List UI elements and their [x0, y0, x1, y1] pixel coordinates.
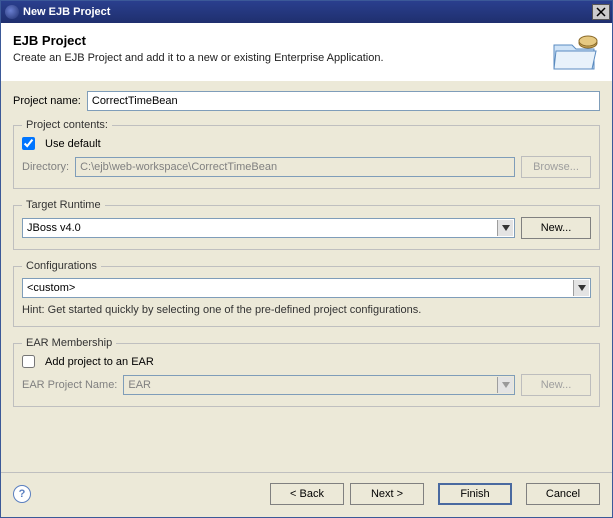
target-runtime-group: Target Runtime JBoss v4.0 New...	[13, 199, 600, 250]
ear-project-name-label: EAR Project Name:	[22, 379, 117, 391]
banner-subtitle: Create an EJB Project and add it to a ne…	[13, 52, 550, 64]
help-icon[interactable]: ?	[13, 485, 31, 503]
ear-legend: EAR Membership	[22, 337, 116, 349]
window-title: New EJB Project	[23, 6, 592, 18]
project-name-input[interactable]	[87, 91, 600, 111]
title-bar[interactable]: New EJB Project	[1, 1, 612, 23]
ear-project-name-value: EAR	[128, 379, 494, 391]
new-ear-button: New...	[521, 374, 591, 396]
wizard-icon	[550, 33, 600, 73]
project-contents-group: Project contents: Use default Directory:…	[13, 119, 600, 189]
configurations-combo[interactable]: <custom>	[22, 278, 591, 298]
directory-input	[75, 157, 515, 177]
add-to-ear-label[interactable]: Add project to an EAR	[45, 356, 154, 368]
configurations-value: <custom>	[27, 282, 570, 294]
use-default-label[interactable]: Use default	[45, 138, 101, 150]
close-icon	[596, 7, 606, 17]
project-name-label: Project name:	[13, 95, 81, 107]
browse-button: Browse...	[521, 156, 591, 178]
finish-button[interactable]: Finish	[438, 483, 512, 505]
footer: ? < Back Next > Finish Cancel	[1, 473, 612, 517]
banner: EJB Project Create an EJB Project and ad…	[1, 23, 612, 81]
chevron-down-icon	[497, 377, 513, 393]
use-default-checkbox[interactable]	[22, 137, 35, 150]
target-runtime-combo[interactable]: JBoss v4.0	[22, 218, 515, 238]
add-to-ear-checkbox[interactable]	[22, 355, 35, 368]
cancel-button[interactable]: Cancel	[526, 483, 600, 505]
configurations-legend: Configurations	[22, 260, 101, 272]
project-name-row: Project name:	[13, 91, 600, 111]
eclipse-icon	[5, 5, 19, 19]
close-button[interactable]	[592, 4, 610, 20]
chevron-down-icon[interactable]	[497, 220, 513, 236]
project-contents-legend: Project contents:	[22, 119, 112, 131]
target-runtime-value: JBoss v4.0	[27, 222, 494, 234]
directory-label: Directory:	[22, 161, 69, 173]
next-button[interactable]: Next >	[350, 483, 424, 505]
content-area: Project name: Project contents: Use defa…	[1, 81, 612, 472]
new-runtime-button[interactable]: New...	[521, 217, 591, 239]
wizard-window: New EJB Project EJB Project Create an EJ…	[0, 0, 613, 518]
configurations-hint: Hint: Get started quickly by selecting o…	[22, 304, 591, 316]
target-runtime-legend: Target Runtime	[22, 199, 105, 211]
banner-heading: EJB Project	[13, 33, 550, 48]
back-button[interactable]: < Back	[270, 483, 344, 505]
chevron-down-icon[interactable]	[573, 280, 589, 296]
ear-membership-group: EAR Membership Add project to an EAR EAR…	[13, 337, 600, 407]
ear-project-name-combo: EAR	[123, 375, 515, 395]
configurations-group: Configurations <custom> Hint: Get starte…	[13, 260, 600, 327]
